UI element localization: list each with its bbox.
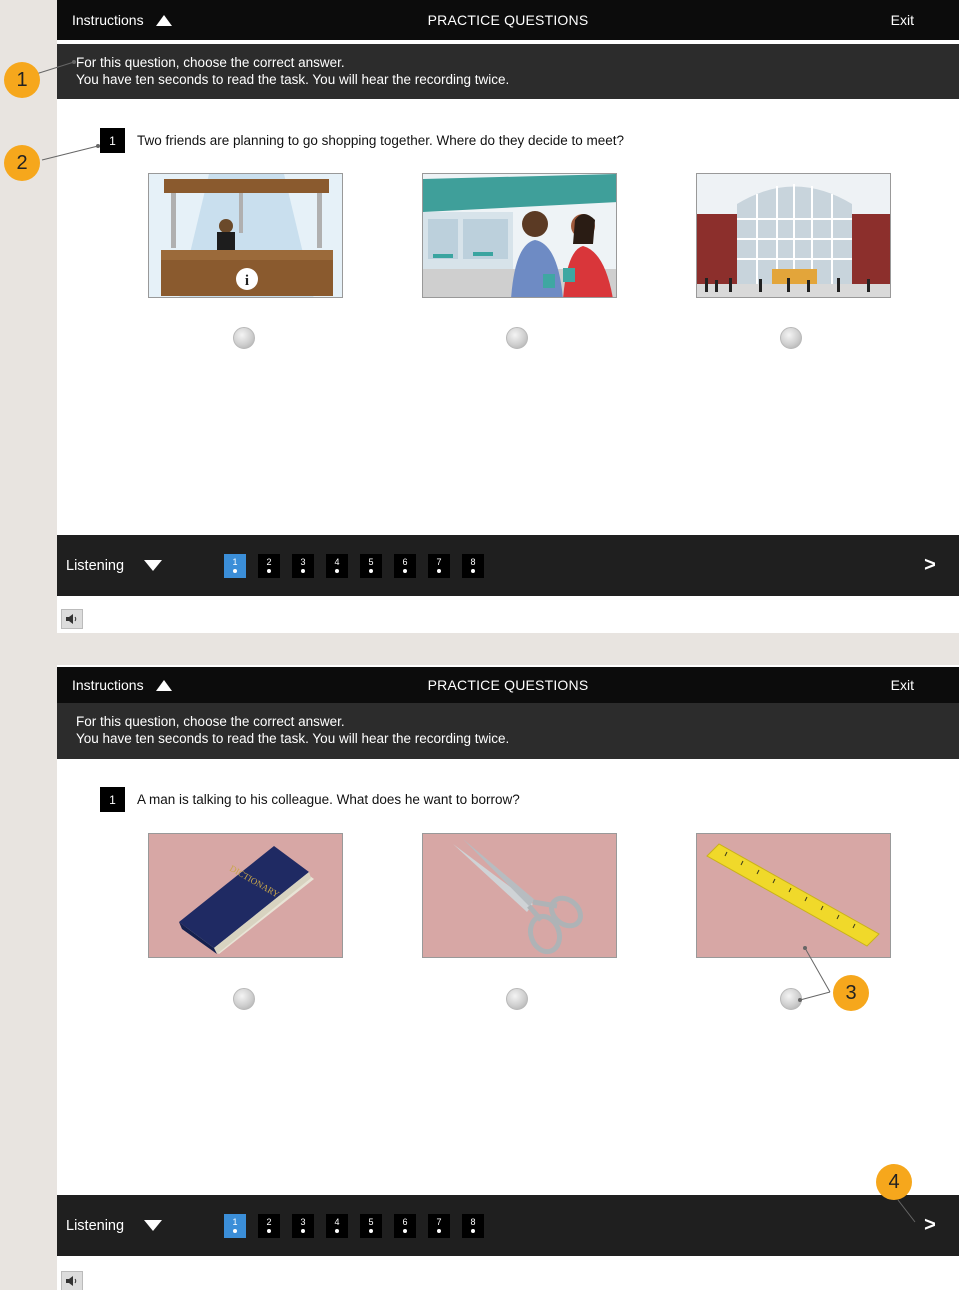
callout-3: 3: [833, 975, 869, 1011]
callout-1: 1: [4, 62, 40, 98]
callout-leader-lines: [35, 60, 916, 1223]
callout-2: 2: [4, 145, 40, 181]
callout-4: 4: [876, 1164, 912, 1200]
